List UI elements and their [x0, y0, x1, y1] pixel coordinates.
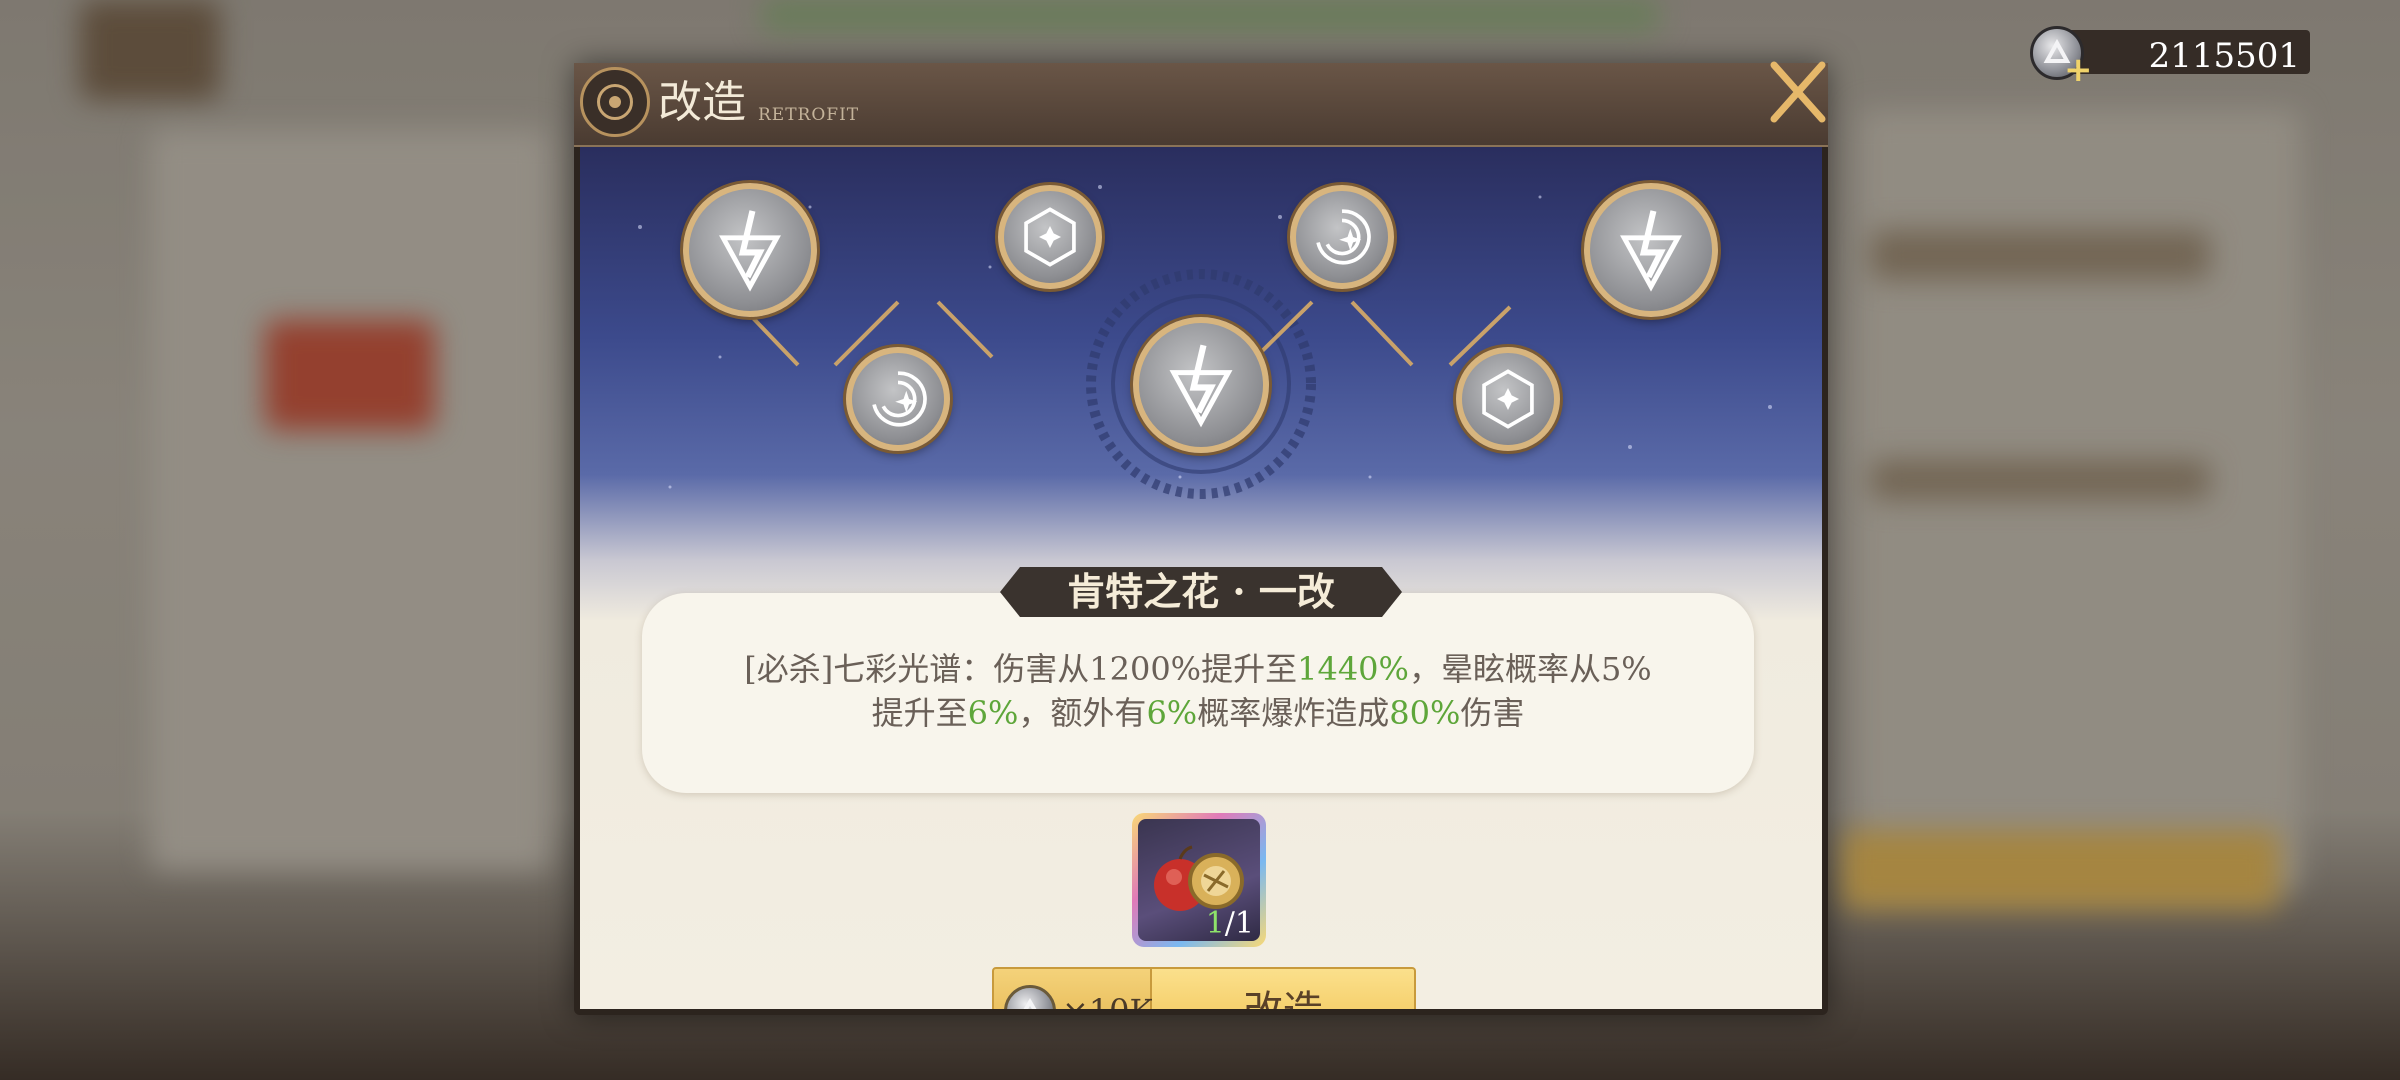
retrofit-cost-amount: ×10K [1062, 989, 1153, 1009]
dialog-content: [必杀]七彩光谱：伤害从1200%提升至1440%，晕眩概率从5% 提升至6%，… [580, 147, 1822, 1009]
retrofit-button[interactable]: ×10K 改造 [992, 967, 1416, 1009]
material-count-have: 1 [1205, 906, 1225, 941]
upgrade-node-4-current[interactable] [1133, 317, 1269, 453]
desc-text: ，晕眩概率从5% [1408, 650, 1652, 688]
retrofit-button-label: 改造 [1152, 967, 1416, 1009]
desc-text: 概率爆炸造成 [1197, 694, 1390, 732]
gear-emblem-icon [580, 67, 650, 137]
lightning-triangle-icon [1169, 344, 1233, 428]
upgrade-description-card: [必杀]七彩光谱：伤害从1200%提升至1440%，晕眩概率从5% 提升至6%，… [642, 593, 1754, 793]
upgrade-node-6[interactable] [1456, 347, 1560, 451]
hexagon-star-icon [1024, 207, 1076, 267]
currency-display: 2115501 + [2030, 26, 2310, 87]
material-count-sep: / [1224, 906, 1235, 941]
currency-bar: 2115501 [2060, 30, 2310, 76]
desc-text: ，额外有 [1018, 694, 1147, 732]
upgrade-node-5[interactable] [1290, 185, 1394, 289]
upgrade-description: [必杀]七彩光谱：伤害从1200%提升至1440%，晕眩概率从5% 提升至6%，… [682, 647, 1714, 735]
spiral-star-icon [1316, 209, 1371, 265]
desc-text: 伤害 [1460, 694, 1525, 732]
material-item: 1/1 [1138, 819, 1260, 941]
spiral-star-icon [872, 371, 927, 427]
upgrade-node-7[interactable] [1584, 183, 1718, 317]
material-count: 1/1 [1206, 907, 1254, 941]
dialog-header: 改造 RETROFIT [574, 63, 1828, 147]
upgrade-name-plate: 肯特之花 · 一改 [1000, 567, 1402, 617]
upgrade-node-2[interactable] [846, 347, 950, 451]
material-count-need: 1 [1234, 906, 1254, 941]
desc-text: [必杀]七彩光谱：伤害从1200%提升至 [744, 650, 1298, 688]
hexagon-star-icon [1482, 369, 1534, 429]
desc-highlight: 80% [1389, 694, 1461, 732]
currency-value: 2115501 [2148, 36, 2300, 76]
upgrade-node-3[interactable] [998, 185, 1102, 289]
material-slot[interactable]: 1/1 [1132, 813, 1266, 947]
desc-highlight: 6% [967, 694, 1019, 732]
close-button[interactable] [1766, 59, 1828, 129]
dialog-subtitle: RETROFIT [758, 105, 860, 125]
retrofit-cost: ×10K [992, 967, 1153, 1009]
retrofit-dialog: 改造 RETROFIT [必杀]七彩光谱：伤害从1200%提升至1440%，晕眩… [574, 61, 1828, 1015]
upgrade-name: 肯特之花 · 一改 [1067, 569, 1335, 614]
desc-highlight: 6% [1146, 694, 1198, 732]
dialog-title: 改造 [658, 77, 746, 128]
lightning-triangle-icon [1620, 210, 1682, 292]
desc-highlight: 1440% [1297, 650, 1409, 688]
add-currency-icon[interactable]: + [2064, 53, 2093, 87]
desc-text: 提升至 [871, 694, 968, 732]
close-icon [1770, 61, 1826, 123]
silver-coin-icon [1004, 985, 1056, 1009]
upgrade-node-1[interactable] [683, 183, 817, 317]
lightning-triangle-icon [719, 210, 781, 292]
